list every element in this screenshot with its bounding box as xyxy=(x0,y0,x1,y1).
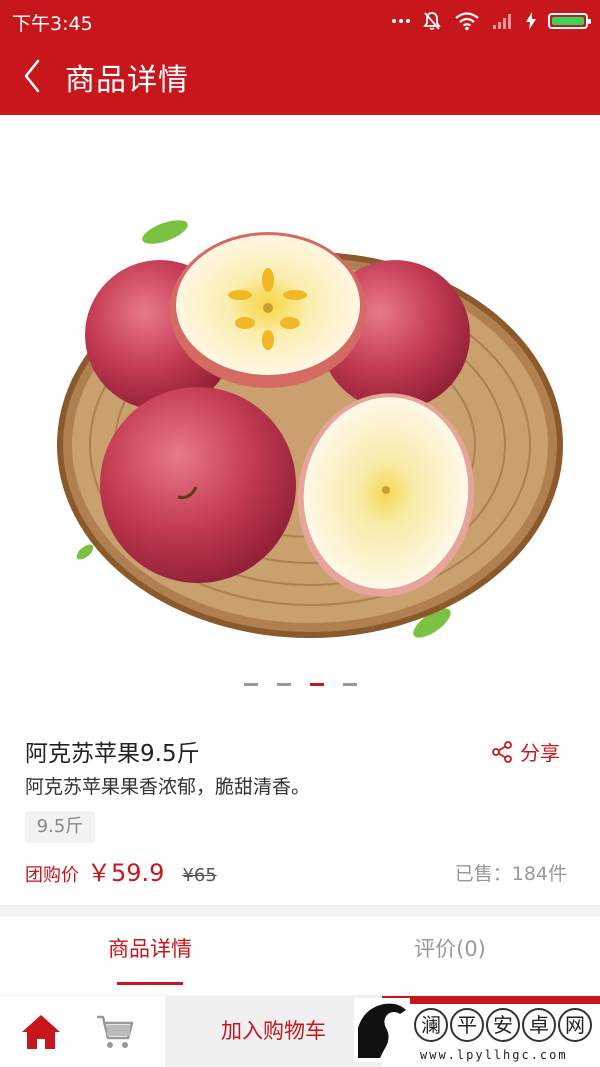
price-value: ￥59.9 xyxy=(87,859,165,887)
share-icon xyxy=(492,740,512,763)
carousel-dot[interactable] xyxy=(342,683,357,686)
status-time: 下午3:45 xyxy=(12,13,93,35)
product-image-carousel[interactable] xyxy=(0,115,600,715)
share-button[interactable]: 分享 xyxy=(490,737,560,766)
nav-bar: 商品详情 xyxy=(0,40,600,115)
status-icons xyxy=(392,10,591,32)
signal-icon xyxy=(493,14,511,29)
battery-icon xyxy=(548,13,591,29)
carousel-dot[interactable] xyxy=(243,683,258,686)
price-label: 团购价 xyxy=(25,865,79,886)
tab-product-details[interactable]: 商品详情 xyxy=(0,917,300,995)
tab-reviews[interactable]: 评价(0) xyxy=(300,917,600,995)
watermark-char: 平 xyxy=(450,1008,484,1042)
home-icon[interactable] xyxy=(20,1012,62,1052)
carousel-dot[interactable] xyxy=(276,683,291,686)
charging-icon xyxy=(526,12,536,30)
watermark-char: 安 xyxy=(486,1008,520,1042)
sold-count: 已售：184件 xyxy=(454,863,567,885)
watermark-text: 澜 平 安 卓 网 xyxy=(414,1008,592,1042)
top-bar: 下午3:45 商品详情 xyxy=(0,0,600,115)
product-detail-screen: 下午3:45 商品详情 阿克苏苹果9.5斤 分享 阿克苏苹果果香浓郁，脆甜清香。… xyxy=(0,0,600,1067)
add-to-cart-button[interactable]: 加入购物车 xyxy=(165,996,382,1067)
detail-tabs: 商品详情 评价(0) xyxy=(0,917,600,995)
section-divider xyxy=(0,905,600,917)
cart-icon[interactable] xyxy=(95,1012,135,1052)
chevron-left-icon[interactable] xyxy=(18,56,48,96)
product-image xyxy=(57,220,563,638)
page-title: 商品详情 xyxy=(65,63,189,98)
watermark-char: 卓 xyxy=(522,1008,556,1042)
watermark-char: 网 xyxy=(558,1008,592,1042)
share-label: 分享 xyxy=(520,741,560,765)
status-bar: 下午3:45 xyxy=(0,0,600,40)
watermark-char: 澜 xyxy=(414,1008,448,1042)
price-row: 团购价 ￥59.9 ¥65 xyxy=(25,853,217,888)
spec-tag[interactable]: 9.5斤 xyxy=(25,811,95,843)
carousel-indicators xyxy=(0,683,600,686)
original-price: ¥65 xyxy=(182,865,217,886)
mute-bell-icon xyxy=(423,12,441,31)
watermark-url: www.lpyllhgc.com xyxy=(420,1048,568,1062)
more-dots-icon xyxy=(392,19,410,23)
product-description: 阿克苏苹果果香浓郁，脆甜清香。 xyxy=(25,776,311,798)
product-name: 阿克苏苹果9.5斤 xyxy=(25,741,200,767)
watermark-horse-logo xyxy=(354,998,410,1062)
wifi-icon xyxy=(455,12,479,31)
carousel-dot-active[interactable] xyxy=(309,683,324,686)
product-info: 阿克苏苹果9.5斤 分享 阿克苏苹果果香浓郁，脆甜清香。 9.5斤 团购价 ￥5… xyxy=(0,715,600,905)
